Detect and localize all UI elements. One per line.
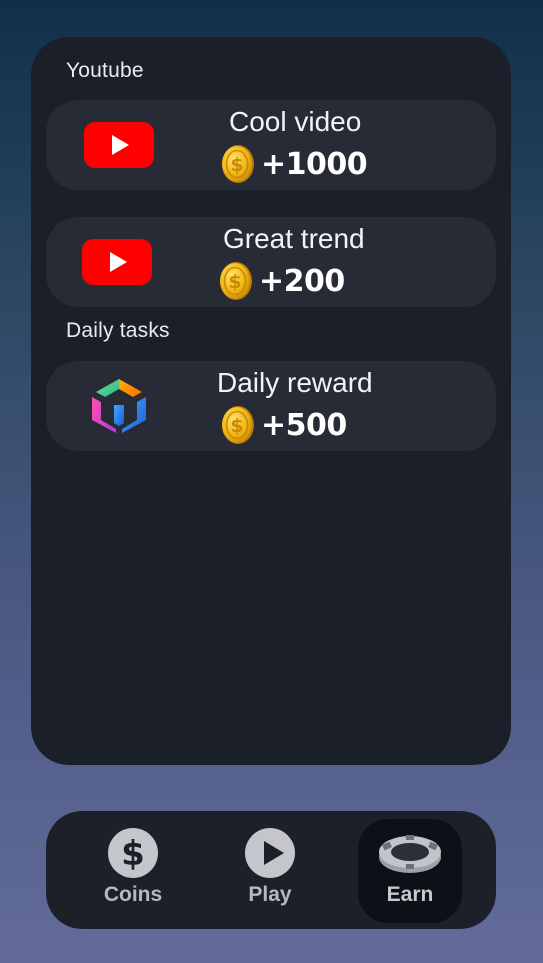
nav-earn[interactable]: Earn xyxy=(358,819,462,923)
svg-text:$: $ xyxy=(228,271,241,293)
task-card-cool-video[interactable]: Cool video $ +1000 xyxy=(46,100,496,190)
youtube-icon xyxy=(82,239,152,285)
task-title: Great trend xyxy=(223,223,365,254)
bottom-nav: $ Coins Play Earn xyxy=(46,811,496,929)
cube-icon xyxy=(92,379,146,433)
coin-icon: $ xyxy=(222,145,254,183)
tasks-panel: Youtube Cool video $ +1000 Great trend $… xyxy=(31,37,511,765)
nav-play[interactable]: Play xyxy=(218,819,322,923)
reward-amount: +1000 xyxy=(261,146,368,182)
task-card-great-trend[interactable]: Great trend $ +200 xyxy=(46,217,496,307)
dollar-icon: $ xyxy=(108,828,158,878)
task-reward: $ +1000 xyxy=(221,144,368,184)
reward-amount: +200 xyxy=(259,263,345,299)
coin-icon: $ xyxy=(220,262,252,300)
task-card-daily-reward[interactable]: Daily reward $ +500 xyxy=(46,361,496,451)
section-label-youtube: Youtube xyxy=(66,59,144,82)
nav-label: Coins xyxy=(103,883,163,906)
svg-text:$: $ xyxy=(121,834,145,874)
nav-label: Play xyxy=(248,883,292,906)
section-label-daily-tasks: Daily tasks xyxy=(66,319,170,342)
youtube-icon xyxy=(84,122,154,168)
svg-text:$: $ xyxy=(230,154,243,176)
task-reward: $ +500 xyxy=(221,405,347,445)
chip-icon xyxy=(379,835,441,873)
play-icon xyxy=(245,828,295,878)
reward-amount: +500 xyxy=(261,407,347,443)
task-title: Cool video xyxy=(229,106,362,137)
nav-coins[interactable]: $ Coins xyxy=(81,819,185,923)
svg-text:$: $ xyxy=(230,415,243,437)
task-reward: $ +200 xyxy=(219,261,345,301)
coin-icon: $ xyxy=(222,406,254,444)
nav-label: Earn xyxy=(386,883,434,906)
task-title: Daily reward xyxy=(217,367,373,398)
